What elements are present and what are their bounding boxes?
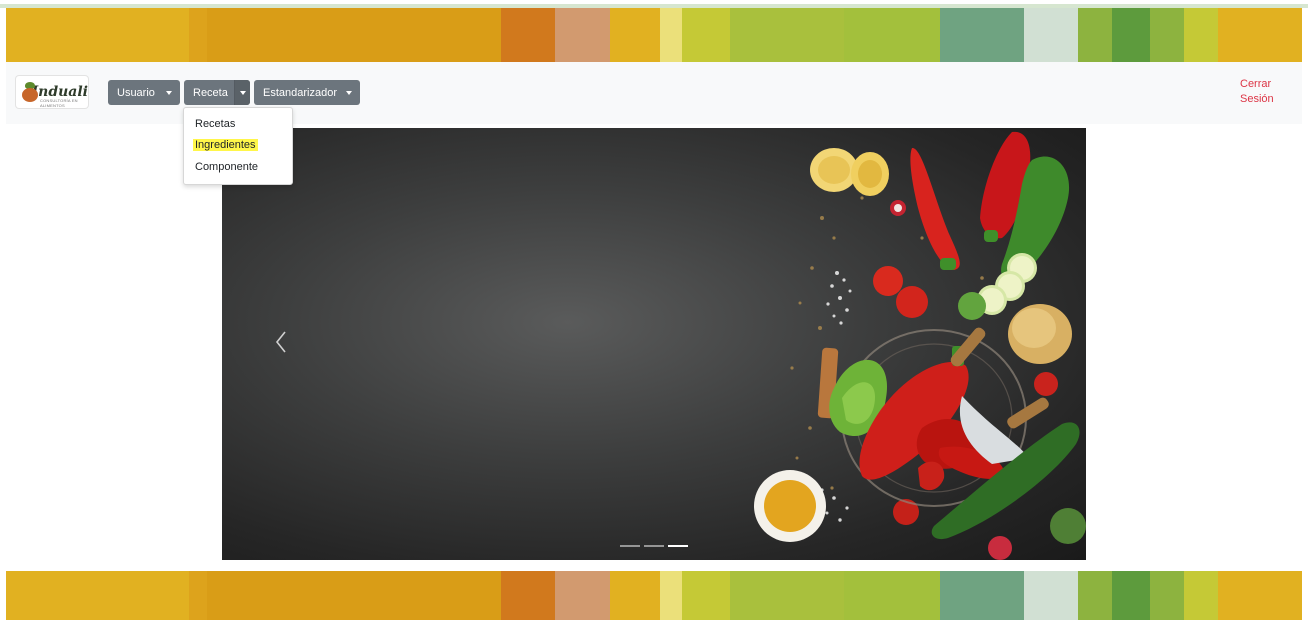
carousel-indicator-3[interactable] [668, 545, 688, 547]
receta-dropdown-toggle[interactable] [234, 80, 250, 105]
usuario-label: Usuario [117, 86, 155, 99]
induali-logo[interactable]: Induali CONSULTORÍA EN ALIMENTOS [16, 76, 88, 108]
carousel-indicator-2[interactable] [644, 545, 664, 547]
dropdown-item-recetas[interactable]: Recetas [195, 118, 235, 130]
chevron-left-icon[interactable] [274, 330, 288, 354]
estandarizador-dropdown-button[interactable]: Estandarizador [254, 80, 360, 105]
logout-line-2: Sesión [1240, 93, 1274, 105]
top-color-stripes [6, 8, 1302, 62]
fruit-logo-icon [20, 82, 38, 102]
dropdown-item-ingredientes[interactable]: Ingredientes [193, 139, 258, 151]
brand-name: Induali [31, 84, 88, 100]
vegetables-photo [754, 131, 1086, 560]
receta-dropdown-menu: Recetas Ingredientes Componente [183, 107, 293, 185]
image-carousel [222, 128, 1086, 560]
usuario-dropdown-button[interactable]: Usuario [108, 80, 180, 105]
logout-line-1: Cerrar [1240, 78, 1272, 90]
carousel-indicators [620, 545, 688, 547]
dropdown-item-componente[interactable]: Componente [195, 161, 258, 173]
caret-down-icon [346, 91, 352, 95]
estandarizador-label: Estandarizador [263, 86, 337, 99]
bottom-color-stripes [6, 571, 1302, 620]
brand-tagline: CONSULTORÍA EN ALIMENTOS [40, 98, 78, 108]
carousel-indicator-1[interactable] [620, 545, 640, 547]
receta-label: Receta [193, 86, 228, 99]
caret-down-icon [166, 91, 172, 95]
receta-split-button[interactable]: Receta [184, 80, 250, 105]
caret-down-icon [240, 91, 246, 95]
logout-link[interactable]: Cerrar Sesión [1240, 77, 1274, 107]
